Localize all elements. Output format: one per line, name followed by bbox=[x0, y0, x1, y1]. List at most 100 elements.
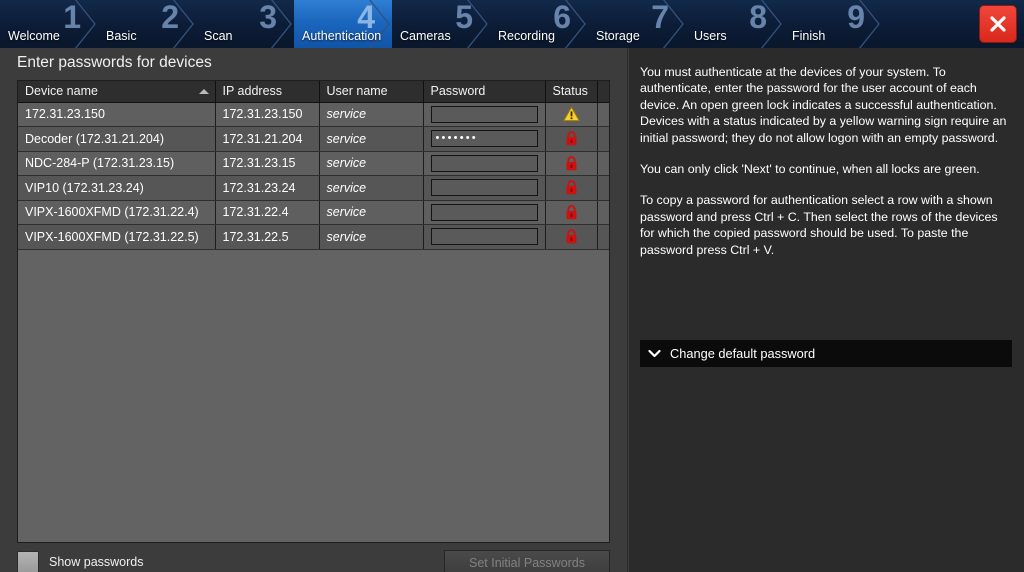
wizard-step-recording[interactable]: 6 Recording bbox=[490, 0, 588, 48]
wizard-step-welcome[interactable]: 1 Welcome bbox=[0, 0, 98, 48]
left-pane: Enter passwords for devices Device name … bbox=[0, 48, 628, 572]
wizard-step-number: 1 bbox=[63, 0, 81, 35]
empty-cell bbox=[18, 249, 215, 539]
cell-ip-address: 172.31.23.15 bbox=[215, 151, 320, 176]
wizard-step-authentication[interactable]: 4 Authentication bbox=[294, 0, 392, 48]
change-default-password-section[interactable]: Change default password bbox=[640, 340, 1012, 367]
column-header-password[interactable]: Password bbox=[423, 81, 546, 103]
cell-ip-address: 172.31.23.150 bbox=[215, 102, 320, 127]
page-title: Enter passwords for devices bbox=[17, 54, 212, 71]
set-initial-passwords-button[interactable]: Set Initial Passwords bbox=[444, 550, 610, 572]
wizard-step-label: Welcome bbox=[8, 29, 60, 43]
chevron-down-icon bbox=[648, 345, 661, 363]
close-window-button[interactable] bbox=[979, 5, 1017, 43]
cell-ip-address: 172.31.23.24 bbox=[215, 175, 320, 201]
page-body: Enter passwords for devices Device name … bbox=[0, 48, 1024, 572]
wizard-step-label: Recording bbox=[498, 29, 555, 43]
wizard-step-number: 2 bbox=[161, 0, 179, 35]
info-paragraph-1: You must authenticate at the devices of … bbox=[640, 65, 997, 112]
set-initial-passwords-label: Set Initial Passwords bbox=[468, 556, 586, 570]
wizard-step-label: Users bbox=[694, 29, 727, 43]
show-passwords-label: Show passwords bbox=[49, 555, 144, 569]
info-paragraph-4: To copy a password for authentication se… bbox=[640, 193, 998, 257]
table-header-row: Device name IP address User name Passwor… bbox=[18, 81, 609, 103]
wizard-step-scan[interactable]: 3 Scan bbox=[196, 0, 294, 48]
column-label: Device name bbox=[25, 84, 98, 99]
wizard-step-finish[interactable]: 9 Finish bbox=[784, 0, 882, 48]
empty-cell bbox=[215, 249, 319, 539]
cell-password[interactable] bbox=[423, 200, 546, 225]
password-input[interactable]: ••••••• bbox=[430, 130, 538, 148]
wizard-step-storage[interactable]: 7 Storage bbox=[588, 0, 686, 48]
wizard-step-users[interactable]: 8 Users bbox=[686, 0, 784, 48]
wizard-step-number: 5 bbox=[455, 0, 473, 35]
wizard-step-number: 7 bbox=[651, 0, 669, 35]
cell-spacer bbox=[597, 102, 609, 127]
device-table-body: 172.31.23.150 172.31.23.150 service Decoder… bbox=[18, 102, 609, 539]
password-input[interactable] bbox=[430, 179, 538, 197]
wizard-step-cameras[interactable]: 5 Cameras bbox=[392, 0, 490, 48]
info-paragraph-3: You can only click 'Next' to continue, w… bbox=[640, 162, 980, 177]
column-header-ip-address[interactable]: IP address bbox=[215, 81, 320, 103]
cell-status bbox=[545, 224, 598, 250]
sort-ascending-icon bbox=[198, 89, 209, 95]
cell-user-name: service bbox=[319, 126, 424, 152]
cell-user-name: service bbox=[319, 151, 424, 176]
column-header-status[interactable]: Status bbox=[545, 81, 598, 103]
password-input[interactable] bbox=[430, 154, 538, 172]
wizard-step-basic[interactable]: 2 Basic bbox=[98, 0, 196, 48]
change-default-password-label: Change default password bbox=[670, 346, 816, 361]
wizard-step-label: Cameras bbox=[400, 29, 451, 43]
empty-cell bbox=[319, 249, 423, 539]
table-row[interactable]: VIPX-1600XFMD (172.31.22.4) 172.31.22.4 se… bbox=[18, 200, 609, 225]
password-input[interactable] bbox=[430, 105, 538, 123]
table-row[interactable]: VIPX-1600XFMD (172.31.22.5) 172.31.22.5 se… bbox=[18, 224, 609, 250]
cell-status bbox=[545, 200, 598, 225]
show-passwords-checkbox[interactable] bbox=[17, 551, 39, 572]
cell-spacer bbox=[597, 200, 609, 225]
cell-device-name: Decoder (172.31.21.204) bbox=[18, 126, 216, 152]
cell-status bbox=[545, 126, 598, 152]
cell-user-name: service bbox=[319, 102, 424, 127]
column-header-spacer bbox=[597, 81, 609, 103]
column-header-user-name[interactable]: User name bbox=[319, 81, 424, 103]
cell-password[interactable]: ••••••• bbox=[423, 126, 546, 152]
column-header-device-name[interactable]: Device name bbox=[18, 81, 216, 103]
cell-device-name: VIP10 (172.31.23.24) bbox=[18, 175, 216, 201]
cell-device-name: VIPX-1600XFMD (172.31.22.4) bbox=[18, 200, 216, 225]
device-table-container[interactable]: Device name IP address User name Passwor… bbox=[17, 80, 610, 543]
cell-status bbox=[545, 175, 598, 201]
cell-ip-address: 172.31.21.204 bbox=[215, 126, 320, 152]
table-row[interactable]: VIP10 (172.31.23.24) 172.31.23.24 service bbox=[18, 175, 609, 201]
cell-status bbox=[545, 102, 598, 127]
empty-cell bbox=[597, 249, 609, 539]
cell-user-name: service bbox=[319, 200, 424, 225]
info-pane: You must authenticate at the devices of … bbox=[629, 48, 1024, 572]
table-row[interactable]: NDC-284-P (172.31.23.15) 172.31.23.15 serv… bbox=[18, 151, 609, 176]
password-input[interactable] bbox=[430, 203, 538, 221]
info-spacer-2 bbox=[640, 177, 1010, 192]
cell-device-name: 172.31.23.150 bbox=[18, 102, 216, 127]
cell-password[interactable] bbox=[423, 175, 546, 201]
cell-password[interactable] bbox=[423, 102, 546, 127]
cell-spacer bbox=[597, 126, 609, 152]
lock-closed-icon bbox=[565, 180, 578, 195]
table-row[interactable]: 172.31.23.150 172.31.23.150 service bbox=[18, 102, 609, 127]
cell-password[interactable] bbox=[423, 224, 546, 250]
cell-device-name: VIPX-1600XFMD (172.31.22.5) bbox=[18, 224, 216, 250]
cell-password[interactable] bbox=[423, 151, 546, 176]
wizard-step-label: Storage bbox=[596, 29, 640, 43]
password-input[interactable] bbox=[430, 228, 538, 246]
wizard-step-label: Basic bbox=[106, 29, 137, 43]
wizard-step-label: Finish bbox=[792, 29, 826, 43]
table-row[interactable]: Decoder (172.31.21.204) 172.31.21.204 serv… bbox=[18, 126, 609, 152]
lock-closed-icon bbox=[565, 229, 578, 244]
empty-cell bbox=[545, 249, 597, 539]
wizard-step-number: 9 bbox=[847, 0, 865, 35]
wizard-step-label: Scan bbox=[204, 29, 233, 43]
cell-device-name: NDC-284-P (172.31.23.15) bbox=[18, 151, 216, 176]
cell-spacer bbox=[597, 224, 609, 250]
lock-closed-icon bbox=[565, 131, 578, 146]
lock-closed-icon bbox=[565, 156, 578, 171]
